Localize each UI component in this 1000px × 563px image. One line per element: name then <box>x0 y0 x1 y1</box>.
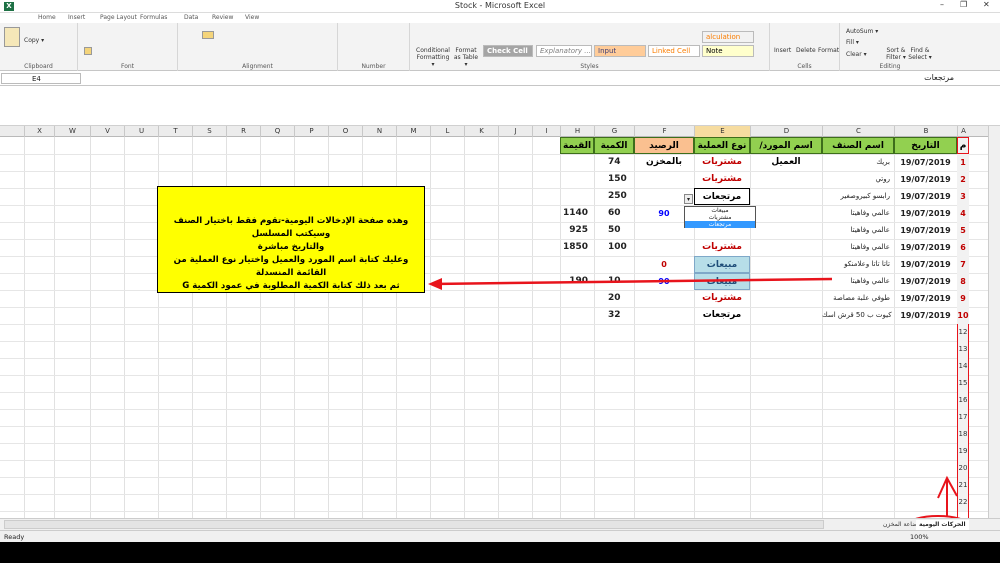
sheet-tab-daily[interactable]: الحركات اليومية <box>916 520 969 530</box>
arrow-head <box>428 278 442 290</box>
taskbar <box>0 542 1000 563</box>
horizontal-scrollbar[interactable] <box>4 520 824 529</box>
status-ready: Ready <box>4 533 25 541</box>
zoom-level[interactable]: 100% <box>910 533 929 541</box>
annotation-arrows <box>428 277 969 535</box>
sheet-tab-bar: بضاعة المخزن الحركات اليومية <box>0 518 1000 530</box>
vertical-scrollbar[interactable] <box>988 126 1000 518</box>
status-bar: Ready 100% <box>0 530 1000 542</box>
excel-window: X Stock - Microsoft Excel – ❐ ✕ Home Ins… <box>0 0 1000 563</box>
arrow-line <box>431 277 833 286</box>
